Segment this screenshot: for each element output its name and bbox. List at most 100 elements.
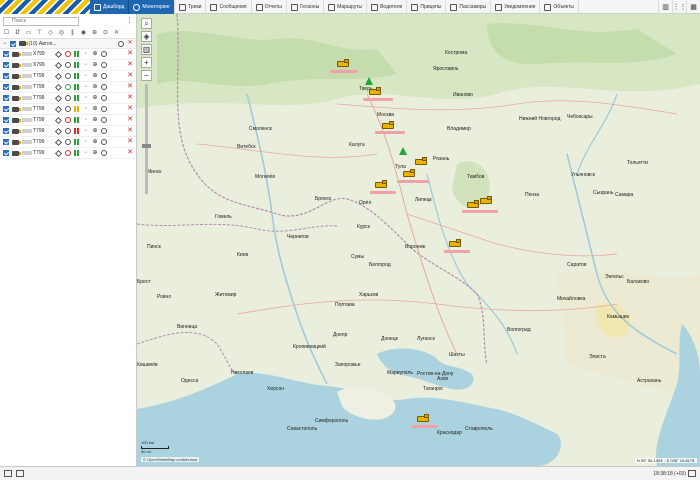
command-icon[interactable]	[101, 106, 107, 112]
eye-icon[interactable]: ◦	[83, 139, 89, 145]
nav-monitoring-tab[interactable]: Мониторинг	[129, 0, 176, 14]
unit-checkbox[interactable]	[3, 139, 9, 145]
vehicle-marker[interactable]	[337, 59, 349, 68]
remove-unit-icon[interactable]: ✕	[127, 94, 133, 101]
screen-icon[interactable]	[688, 470, 696, 477]
nav-routes-tab[interactable]: Маршруты	[324, 0, 368, 14]
unit-checkbox[interactable]	[3, 95, 9, 101]
move-state-icon[interactable]: ◇	[47, 30, 54, 37]
gps-icon[interactable]: ⊕	[92, 73, 98, 79]
truck-filter-icon[interactable]: ▭	[25, 30, 32, 37]
unit-row[interactable]: T799 ◦ ⊕ ✕	[0, 115, 136, 126]
command-icon[interactable]	[101, 139, 107, 145]
remove-unit-icon[interactable]: ✕	[127, 50, 133, 57]
user-menu-icon[interactable]: ▦	[686, 0, 700, 14]
remove-unit-icon[interactable]: ✕	[127, 116, 133, 123]
delete-all-icon[interactable]: ✕	[113, 30, 120, 37]
unit-checkbox[interactable]	[3, 51, 9, 57]
command-icon[interactable]	[101, 73, 107, 79]
eye-icon[interactable]: ◦	[83, 95, 89, 101]
unit-checkbox[interactable]	[3, 106, 9, 112]
map-attribution[interactable]: © OpenStreetMap contributors	[141, 457, 200, 462]
eye-icon[interactable]: ◦	[83, 128, 89, 134]
unit-checkbox[interactable]	[3, 62, 9, 68]
vehicle-marker[interactable]	[369, 87, 381, 96]
gps-icon[interactable]: ⊕	[92, 51, 98, 57]
vehicle-marker[interactable]	[449, 239, 461, 248]
eye-icon[interactable]: ◉	[80, 30, 87, 37]
layout-icon[interactable]: ▥	[658, 0, 672, 14]
gps-icon[interactable]: ⊕	[92, 128, 98, 134]
nav-messages-tab[interactable]: Сообщения	[206, 0, 252, 14]
group-command-icon[interactable]	[118, 40, 124, 47]
eye-icon[interactable]: ◦	[83, 150, 89, 156]
command-icon[interactable]	[101, 62, 107, 68]
remove-unit-icon[interactable]: ✕	[127, 72, 133, 79]
eye-icon[interactable]: ◦	[83, 106, 89, 112]
nav-tracks-tab[interactable]: Треки	[175, 0, 207, 14]
unit-row[interactable]: T799 ◦ ⊕ ✕	[0, 71, 136, 82]
gps-icon[interactable]: ⊕	[92, 150, 98, 156]
ruler-icon[interactable]: ▥	[141, 44, 152, 55]
unit-row[interactable]: T799 ◦ ⊕ ✕	[0, 93, 136, 104]
nav-objects-tab[interactable]: Объекты	[540, 0, 579, 14]
vehicle-marker[interactable]	[415, 157, 427, 166]
gps-icon[interactable]: ⊕	[92, 95, 98, 101]
gps-icon[interactable]: ⊕	[92, 117, 98, 123]
group-delete-icon[interactable]: ✕	[127, 40, 133, 47]
nav-trailers-tab[interactable]: Прицепы	[407, 0, 447, 14]
more-options-icon[interactable]: ⋮	[126, 18, 133, 25]
unit-checkbox[interactable]	[3, 117, 9, 123]
unit-checkbox[interactable]	[3, 84, 9, 90]
unit-group-row[interactable]: − (10) Автоп... ✕	[0, 39, 136, 49]
gps-icon[interactable]: ⊕	[92, 106, 98, 112]
eye-icon[interactable]: ◦	[83, 84, 89, 90]
layers-icon[interactable]: ◈	[141, 31, 152, 42]
zoom-in-button[interactable]: +	[141, 57, 152, 68]
logo[interactable]	[0, 0, 90, 14]
eye-icon[interactable]: ◦	[83, 117, 89, 123]
zoom-slider[interactable]	[142, 84, 151, 194]
nav-geofences-tab[interactable]: Геозоны	[287, 0, 325, 14]
command-icon[interactable]	[101, 117, 107, 123]
ignition-icon[interactable]: ◎	[58, 30, 65, 37]
vehicle-marker[interactable]	[403, 169, 415, 178]
gps-icon[interactable]: ⊕	[91, 30, 98, 37]
map-view[interactable]: Тверь Москва Тула Калуга Рязань Орёл Курск Воро…	[137, 14, 700, 466]
unit-checkbox[interactable]	[3, 73, 9, 79]
unit-row[interactable]: T799 ◦ ⊕ ✕	[0, 137, 136, 148]
group-checkbox[interactable]	[9, 40, 16, 47]
remove-unit-icon[interactable]: ✕	[127, 127, 133, 134]
zoom-out-button[interactable]: −	[141, 70, 152, 81]
nav-drivers-tab[interactable]: Водители	[367, 0, 408, 14]
unit-row[interactable]: X799 ◦ ⊕ ✕	[0, 60, 136, 71]
nav-passengers-tab[interactable]: Пассажиры	[446, 0, 492, 14]
unit-checkbox[interactable]	[3, 128, 9, 134]
eye-icon[interactable]: ◦	[83, 62, 89, 68]
command-icon[interactable]	[101, 128, 107, 134]
unit-row[interactable]: T799 ◦ ⊕ ✕	[0, 148, 136, 159]
search-input[interactable]	[3, 16, 79, 26]
eye-icon[interactable]: ◦	[83, 51, 89, 57]
command-icon[interactable]: ⊙	[102, 30, 109, 37]
remove-unit-icon[interactable]: ✕	[127, 105, 133, 112]
vehicle-marker[interactable]	[480, 196, 492, 205]
command-icon[interactable]	[101, 150, 107, 156]
remove-unit-icon[interactable]: ✕	[127, 61, 133, 68]
filter-icon[interactable]: ⊤	[36, 30, 43, 37]
nav-reports-tab[interactable]: Отчеты	[252, 0, 287, 14]
command-icon[interactable]	[101, 95, 107, 101]
gps-icon[interactable]: ⊕	[92, 62, 98, 68]
unit-row[interactable]: X799 ◦ ⊕ ✕	[0, 49, 136, 60]
remove-unit-icon[interactable]: ✕	[127, 83, 133, 90]
nav-notifications-tab[interactable]: Уведомления	[491, 0, 541, 14]
remove-unit-icon[interactable]: ✕	[127, 138, 133, 145]
remove-unit-icon[interactable]: ✕	[127, 149, 133, 156]
apps-grid-icon[interactable]: ⋮⋮	[672, 0, 687, 14]
connection-icon[interactable]: ∥	[69, 30, 76, 37]
vehicle-marker[interactable]	[375, 180, 387, 189]
vehicle-marker[interactable]	[417, 414, 429, 423]
gps-icon[interactable]: ⊕	[92, 84, 98, 90]
unit-row[interactable]: T799 ◦ ⊕ ✕	[0, 126, 136, 137]
command-icon[interactable]	[101, 51, 107, 57]
